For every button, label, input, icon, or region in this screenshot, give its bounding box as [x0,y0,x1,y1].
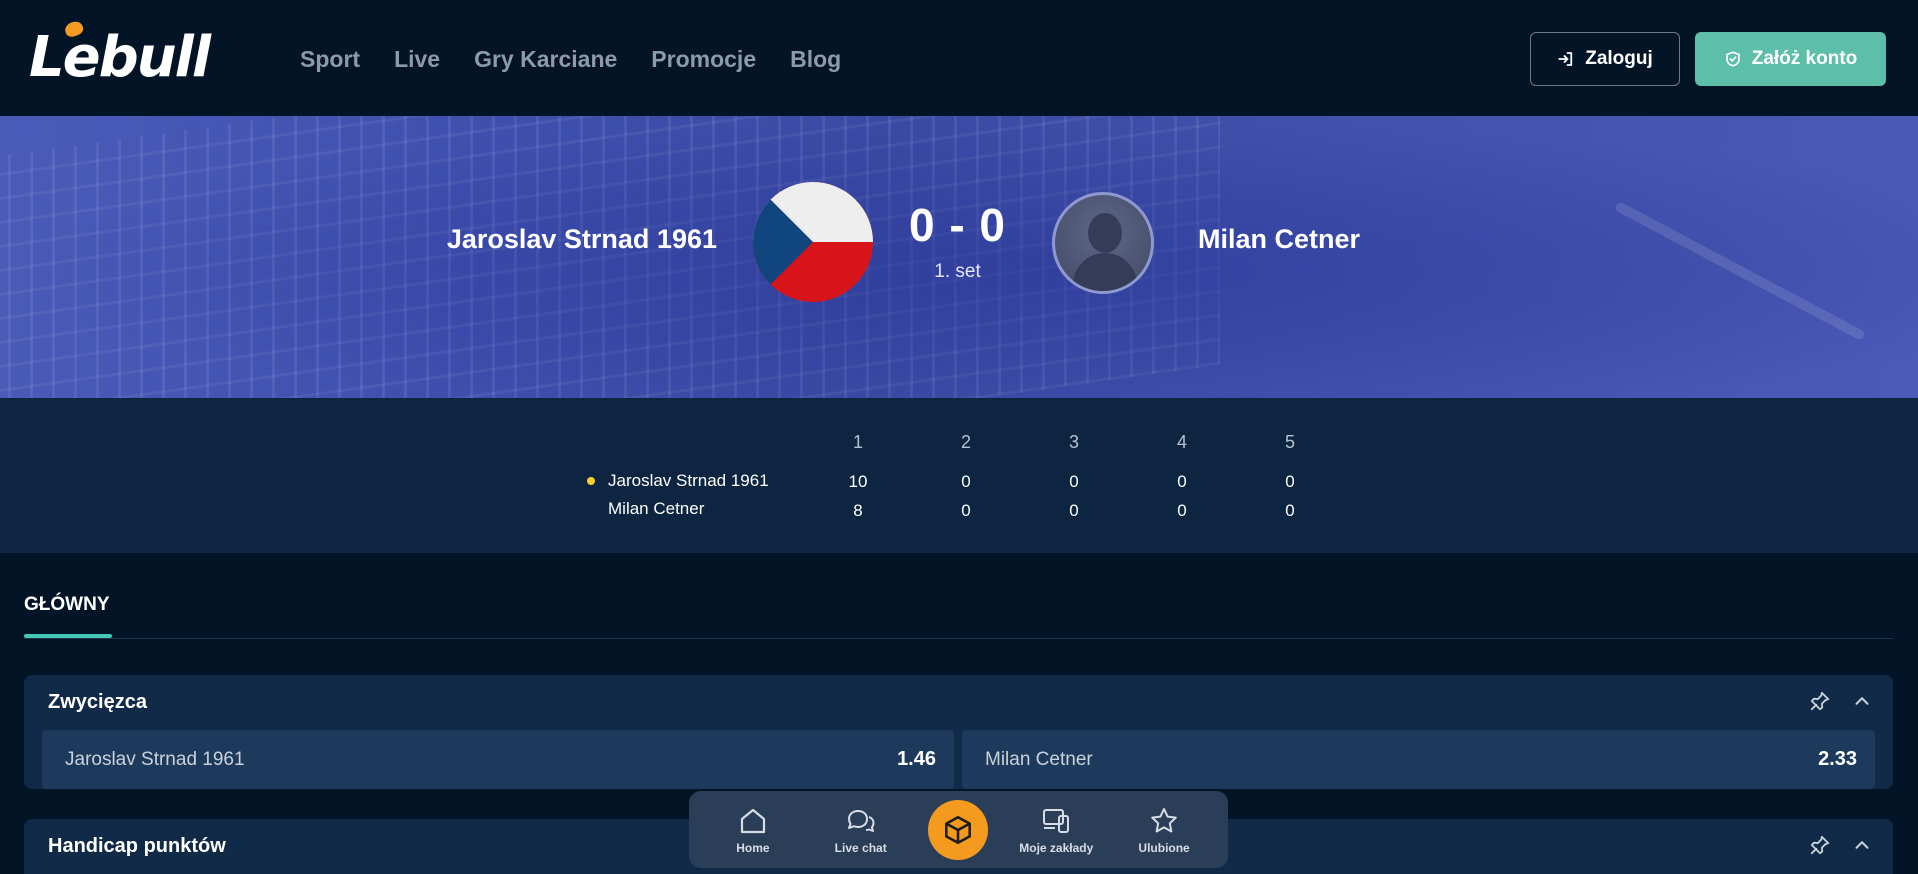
login-icon [1558,52,1573,66]
away-player-name: Milan Cetner [1198,224,1361,254]
home-icon [740,808,765,833]
nav-item-blog[interactable]: Blog [790,46,841,73]
login-label: Zaloguj [1585,48,1653,69]
set-header: 5 [1284,432,1295,452]
scoreboard-cell: 0 [1069,501,1079,520]
match-hero: Jaroslav Strnad 1961 0 - 0 1. set Milan … [0,116,1918,398]
scoreboard-cell: 0 [1177,472,1187,491]
register-button[interactable]: Załóż konto [1695,32,1886,86]
logo-text: Lebull [29,25,211,90]
market-tabs: GŁÓWNY [24,553,1893,639]
bottom-nav-label: Home [736,840,770,855]
set-header: 2 [960,432,971,452]
chevron-up-icon[interactable] [1851,690,1873,712]
page: Lebull Sport Live Gry Karciane Promocje … [0,0,1918,874]
nav-item-sport[interactable]: Sport [300,46,360,73]
user-placeholder-icon [1052,192,1154,294]
scoreboard-cell: 0 [961,501,971,520]
chevron-up-icon[interactable] [1851,834,1873,856]
scoreboard-cell: 8 [853,501,863,520]
hero-background-shade [0,116,1918,398]
star-icon [1151,807,1177,832]
scoreboard-cell: 0 [1177,501,1187,520]
nav-item-live[interactable]: Live [394,46,440,73]
bottom-nav-my-bets[interactable]: Moje zakłady [1016,805,1096,855]
scoreboard-cell: 0 [1069,472,1079,491]
pin-icon[interactable] [1809,834,1831,856]
active-tab-underline [24,634,112,638]
nav-item-card-games[interactable]: Gry Karciane [474,46,617,73]
bottom-nav-home[interactable]: Home [713,805,793,855]
scoreboard-cell: 0 [961,472,971,491]
match-period: 1. set [934,261,981,282]
bottom-nav-label: Moje zakłady [1019,840,1094,855]
home-player-name: Jaroslav Strnad 1961 [446,224,717,254]
login-button[interactable]: Zaloguj [1530,32,1680,86]
tab-main[interactable]: GŁÓWNY [24,594,110,616]
czech-flag-icon [753,182,873,302]
main-nav: Sport Live Gry Karciane Promocje Blog [300,46,875,73]
odd-outcome-name: Milan Cetner [985,748,1093,770]
odd-outcome-name: Jaroslav Strnad 1961 [65,748,245,770]
odd-button[interactable]: Jaroslav Strnad 1961 1.46 [42,730,954,789]
odd-button[interactable]: Milan Cetner 2.33 [962,730,1875,789]
match-score: 0 - 0 [908,199,1007,251]
logo[interactable]: Lebull [29,19,211,88]
odd-value: 2.33 [1818,748,1857,770]
bottom-nav-label: Live chat [834,840,887,855]
chat-icon [847,809,875,832]
scoreboard-cell: 0 [1285,501,1295,520]
register-label: Załóż konto [1751,48,1858,69]
scoreboard-player-name: Jaroslav Strnad 1961 [608,471,769,490]
scoreboard-cell: 0 [1285,472,1295,491]
set-header: 4 [1176,432,1187,452]
shield-check-icon [1725,51,1740,67]
set-header: 1 [852,432,863,452]
bottom-nav-center-button[interactable] [928,799,989,860]
set-header: 3 [1068,432,1079,452]
market-actions [1809,690,1873,712]
bottom-nav-label: Ulubione [1138,840,1190,855]
pin-icon[interactable] [1809,690,1831,712]
market-title: Zwycięzca [48,691,147,713]
scoreboard-cell: 10 [848,472,868,491]
market-actions [1809,834,1873,856]
header-actions: Zaloguj Załóż konto [1530,32,1886,86]
nav-item-promotions[interactable]: Promocje [651,46,756,73]
market-title: Handicap punktów [48,835,226,857]
bottom-nav: Home Live chat Moje zakłady Ulubione [689,791,1228,868]
set-scoreboard: 1 2 3 4 5 Jaroslav Strnad 1961 10 0 0 0 … [0,398,1918,553]
odd-value: 1.46 [897,748,936,770]
serving-indicator [587,477,595,485]
devices-icon [1043,808,1070,833]
cube-icon [945,815,972,844]
scoreboard-player-name: Milan Cetner [608,499,705,518]
bottom-nav-live-chat[interactable]: Live chat [821,805,901,855]
bottom-nav-favorites[interactable]: Ulubione [1124,805,1204,855]
market-winner: Zwycięzca Jaroslav Strnad 1961 1.46 Mila… [24,675,1893,789]
top-header: Lebull Sport Live Gry Karciane Promocje … [0,0,1918,116]
